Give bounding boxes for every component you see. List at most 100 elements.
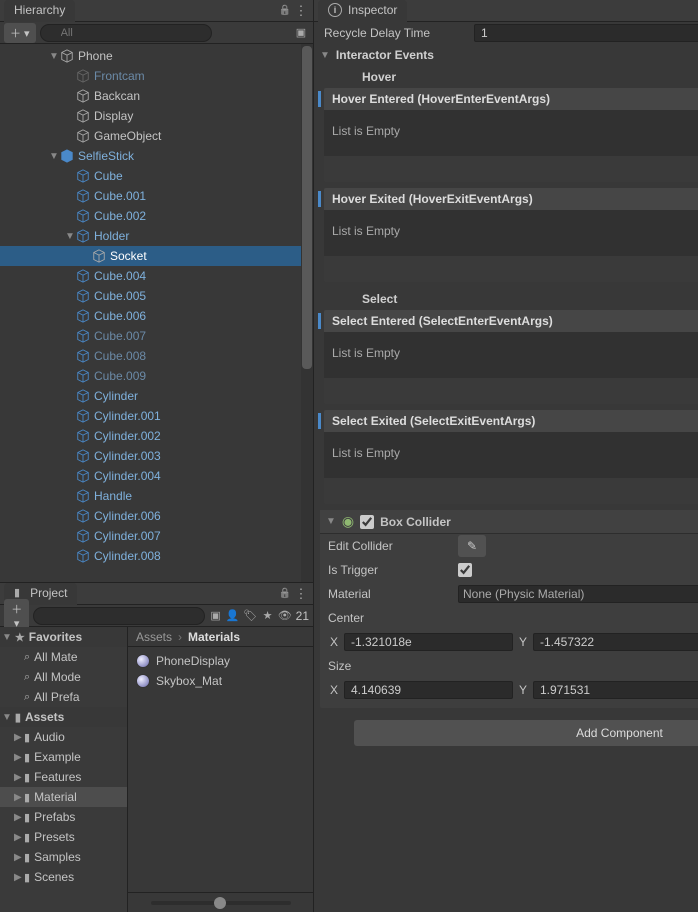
- hierarchy-item[interactable]: Socket: [0, 246, 313, 266]
- hierarchy-item[interactable]: Cube.004: [0, 266, 313, 286]
- gameobject-icon: [76, 129, 90, 143]
- hierarchy-scrollbar[interactable]: [301, 44, 313, 582]
- edit-collider-button[interactable]: ✎: [458, 535, 486, 557]
- inspector-tab[interactable]: i Inspector: [318, 0, 407, 22]
- hierarchy-item[interactable]: Cylinder: [0, 386, 313, 406]
- project-search-input[interactable]: [33, 607, 205, 625]
- hierarchy-item[interactable]: GameObject: [0, 126, 313, 146]
- hierarchy-item[interactable]: Cube.001: [0, 186, 313, 206]
- gameobject-icon: [76, 409, 90, 423]
- component-title: Box Collider: [380, 515, 698, 529]
- folder-item[interactable]: ▶▮Material: [0, 787, 127, 807]
- event-block-select_entered: Select Entered (SelectEnterEventArgs)Lis…: [324, 310, 698, 404]
- hierarchy-item-label: Cube.002: [94, 209, 146, 223]
- gameobject-icon: [76, 469, 90, 483]
- create-dropdown[interactable]: ＋ ▾: [4, 23, 36, 43]
- hierarchy-item[interactable]: Cube.005: [0, 286, 313, 306]
- component-enabled-checkbox[interactable]: [360, 515, 374, 529]
- search-by-type-icon[interactable]: ▣: [209, 607, 221, 625]
- prefab-icon: [60, 149, 74, 163]
- add-component-button[interactable]: Add Component: [354, 720, 698, 746]
- lock-icon[interactable]: [277, 3, 293, 19]
- center-x-input[interactable]: [344, 633, 513, 651]
- folder-item[interactable]: ▶▮Samples: [0, 847, 127, 867]
- expand-arrow-icon[interactable]: ▼: [48, 51, 60, 62]
- hidden-icon[interactable]: 👁: [278, 607, 292, 625]
- favorite-item[interactable]: ⌕All Prefa: [0, 687, 127, 707]
- favorite-icon[interactable]: ★: [261, 607, 273, 625]
- context-menu-icon[interactable]: [293, 3, 309, 19]
- inspector-tab-label: Inspector: [348, 3, 397, 17]
- hierarchy-item[interactable]: ▼ Phone: [0, 46, 313, 66]
- folder-item[interactable]: ▶▮Prefabs: [0, 807, 127, 827]
- gameobject-icon: [76, 509, 90, 523]
- event-header: Hover Exited (HoverExitEventArgs): [324, 188, 698, 210]
- event-empty-text: List is Empty: [324, 332, 698, 378]
- context-menu-icon[interactable]: [293, 586, 309, 602]
- folder-item[interactable]: ▶▮Example: [0, 747, 127, 767]
- component-header[interactable]: ▼ ◉ Box Collider ? ⇆: [320, 510, 698, 534]
- hierarchy-item[interactable]: Cube.009: [0, 366, 313, 386]
- chevron-down-icon: ▼: [320, 50, 330, 61]
- hierarchy-item[interactable]: Backcan: [0, 86, 313, 106]
- hierarchy-item-label: Phone: [78, 49, 113, 63]
- folder-item[interactable]: ▶▮Scenes: [0, 867, 127, 887]
- hierarchy-item-label: Cylinder.003: [94, 449, 161, 463]
- material-field[interactable]: None (Physic Material) ⊙: [458, 585, 698, 603]
- hierarchy-item[interactable]: Cube.007: [0, 326, 313, 346]
- lock-icon[interactable]: [277, 586, 293, 602]
- hierarchy-item[interactable]: Cylinder.007: [0, 526, 313, 546]
- hierarchy-item[interactable]: Cylinder.008: [0, 546, 313, 566]
- hierarchy-item[interactable]: Cube: [0, 166, 313, 186]
- label-icon[interactable]: 🏷: [243, 607, 257, 625]
- hierarchy-item-label: SelfieStick: [78, 149, 134, 163]
- size-x-input[interactable]: [344, 681, 513, 699]
- hierarchy-item[interactable]: Cube.008: [0, 346, 313, 366]
- size-y-input[interactable]: [533, 681, 698, 699]
- gameobject-icon: [76, 529, 90, 543]
- hierarchy-item[interactable]: Frontcam: [0, 66, 313, 86]
- assets-header[interactable]: ▼▮Assets: [0, 707, 127, 727]
- hierarchy-search-input[interactable]: [40, 24, 212, 42]
- hierarchy-item-label: Socket: [110, 249, 147, 263]
- folder-item[interactable]: ▶▮Presets: [0, 827, 127, 847]
- asset-item[interactable]: Skybox_Mat: [136, 671, 305, 691]
- breadcrumb-item[interactable]: Materials: [188, 630, 240, 644]
- favorite-item[interactable]: ⌕All Mode: [0, 667, 127, 687]
- hierarchy-item[interactable]: Cylinder.001: [0, 406, 313, 426]
- hierarchy-item[interactable]: Cylinder.006: [0, 506, 313, 526]
- hierarchy-item[interactable]: Handle: [0, 486, 313, 506]
- gameobject-icon: [76, 449, 90, 463]
- recycle-delay-input[interactable]: [474, 24, 698, 42]
- axis-x-label: X: [328, 635, 340, 649]
- hierarchy-item-label: Cube: [94, 169, 123, 183]
- favorites-header[interactable]: ▼★Favorites: [0, 627, 127, 647]
- hierarchy-item[interactable]: Cylinder.004: [0, 466, 313, 486]
- interactor-events-foldout[interactable]: ▼ Interactor Events: [314, 44, 698, 66]
- hierarchy-item-label: Cube.006: [94, 309, 146, 323]
- favorite-item[interactable]: ⌕All Mate: [0, 647, 127, 667]
- folder-item[interactable]: ▶▮Audio: [0, 727, 127, 747]
- folder-item[interactable]: ▶▮Features: [0, 767, 127, 787]
- hierarchy-tab[interactable]: Hierarchy: [4, 0, 75, 22]
- search-by-label-icon[interactable]: 👤: [226, 607, 240, 625]
- gameobject-icon: [76, 169, 90, 183]
- hierarchy-item[interactable]: ▼SelfieStick›: [0, 146, 313, 166]
- scene-picker-icon[interactable]: ▣: [293, 25, 309, 41]
- is-trigger-checkbox[interactable]: [458, 563, 472, 577]
- hierarchy-item[interactable]: Cylinder.003: [0, 446, 313, 466]
- expand-arrow-icon[interactable]: ▼: [64, 231, 76, 242]
- asset-item[interactable]: PhoneDisplay: [136, 651, 305, 671]
- expand-arrow-icon[interactable]: ▼: [48, 151, 60, 162]
- hierarchy-item[interactable]: Cube.006: [0, 306, 313, 326]
- breadcrumb-item[interactable]: Assets: [136, 630, 172, 644]
- event-block-hover_exited: Hover Exited (HoverExitEventArgs)List is…: [324, 188, 698, 282]
- hierarchy-item[interactable]: Display: [0, 106, 313, 126]
- hierarchy-item[interactable]: ▼Holder: [0, 226, 313, 246]
- hierarchy-item[interactable]: Cube.002: [0, 206, 313, 226]
- icon-size-slider[interactable]: [151, 901, 291, 905]
- select-section-label: Select: [314, 288, 698, 310]
- hierarchy-item[interactable]: Cylinder.002: [0, 426, 313, 446]
- center-label: Center: [328, 611, 458, 625]
- center-y-input[interactable]: [533, 633, 698, 651]
